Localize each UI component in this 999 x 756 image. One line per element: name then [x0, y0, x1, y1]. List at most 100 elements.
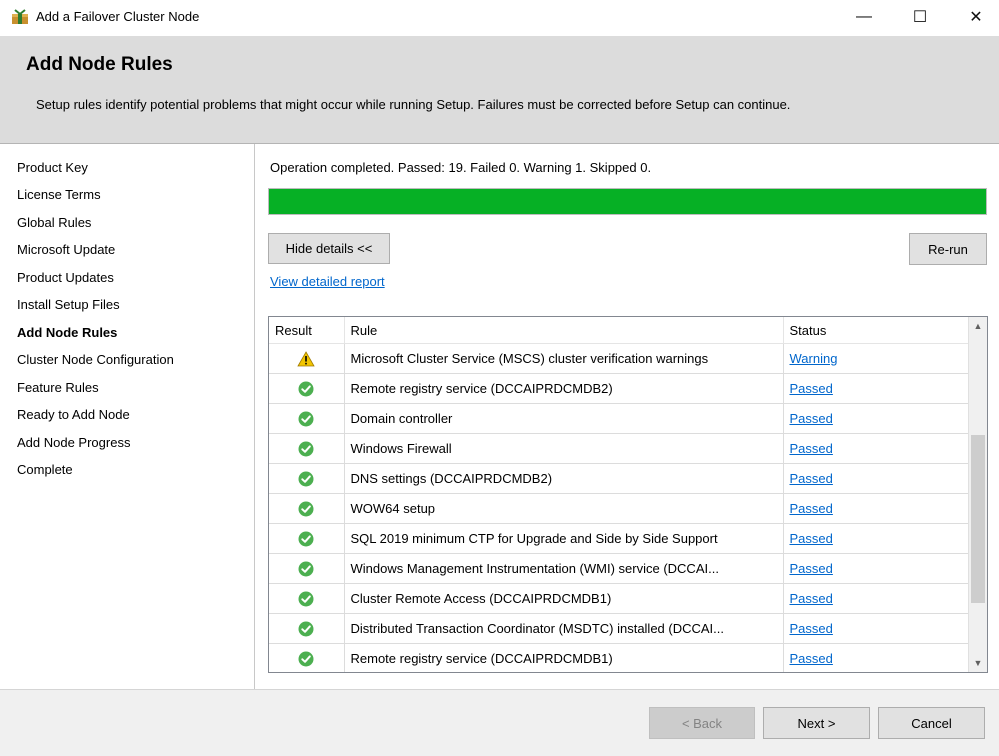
table-row[interactable]: Windows Firewall Passed [269, 433, 970, 464]
sidebar-item-complete[interactable]: Complete [17, 462, 73, 477]
passed-check-icon [298, 590, 314, 607]
page-title: Add Node Rules [26, 54, 173, 75]
sidebar-item-product-key[interactable]: Product Key [17, 160, 88, 175]
rule-cell: Domain controller [344, 403, 784, 434]
result-cell [269, 343, 345, 374]
status-cell: Passed [783, 523, 970, 554]
rule-cell: Remote registry service (DCCAIPRDCMDB1) [344, 643, 784, 672]
main-content: Operation completed. Passed: 19. Failed … [255, 144, 999, 689]
rule-cell: Windows Firewall [344, 433, 784, 464]
table-row[interactable]: Windows Management Instrumentation (WMI)… [269, 553, 970, 584]
rule-cell: Remote registry service (DCCAIPRDCMDB2) [344, 373, 784, 404]
back-button[interactable]: < Back [649, 707, 755, 739]
sidebar-nav: Product Key License Terms Global Rules M… [0, 144, 255, 689]
status-cell: Passed [783, 463, 970, 494]
passed-check-icon [298, 620, 314, 637]
sidebar-item-cluster-node-configuration[interactable]: Cluster Node Configuration [17, 352, 174, 367]
status-link[interactable]: Passed [790, 471, 833, 486]
status-cell: Warning [783, 343, 970, 374]
table-row[interactable]: Cluster Remote Access (DCCAIPRDCMDB1) Pas… [269, 583, 970, 614]
scroll-up-arrow-icon[interactable]: ▲ [969, 317, 987, 335]
setup-box-icon [11, 9, 29, 25]
table-row[interactable]: DNS settings (DCCAIPRDCMDB2) Passed [269, 463, 970, 494]
footer-bar: < Back Next > Cancel [0, 689, 999, 756]
status-cell: Passed [783, 553, 970, 584]
status-cell: Passed [783, 643, 970, 672]
result-cell [269, 433, 345, 464]
table-row[interactable]: Distributed Transaction Coordinator (MSD… [269, 613, 970, 644]
minimize-button[interactable]: — [841, 0, 887, 34]
sidebar-item-add-node-progress[interactable]: Add Node Progress [17, 435, 130, 450]
table-header-row: Result Rule Status [269, 317, 970, 344]
view-detailed-report-link[interactable]: View detailed report [270, 274, 385, 289]
status-link[interactable]: Passed [790, 651, 833, 666]
status-link[interactable]: Passed [790, 531, 833, 546]
title-bar: Add a Failover Cluster Node — ☐ ✕ [0, 0, 999, 36]
progress-bar-fill [269, 189, 986, 214]
column-header-result[interactable]: Result [269, 317, 345, 344]
status-link[interactable]: Passed [790, 621, 833, 636]
table-row[interactable]: Microsoft Cluster Service (MSCS) cluster… [269, 343, 970, 374]
rule-cell: WOW64 setup [344, 493, 784, 524]
table-row[interactable]: Remote registry service (DCCAIPRDCMDB2) P… [269, 373, 970, 404]
status-cell: Passed [783, 373, 970, 404]
rule-cell: Microsoft Cluster Service (MSCS) cluster… [344, 343, 784, 374]
status-cell: Passed [783, 433, 970, 464]
minimize-icon: — [856, 8, 872, 25]
passed-check-icon [298, 380, 314, 397]
status-link[interactable]: Passed [790, 561, 833, 576]
rule-cell: DNS settings (DCCAIPRDCMDB2) [344, 463, 784, 494]
rule-cell: Distributed Transaction Coordinator (MSD… [344, 613, 784, 644]
status-link[interactable]: Passed [790, 411, 833, 426]
status-link[interactable]: Warning [790, 351, 838, 366]
passed-check-icon [298, 470, 314, 487]
result-cell [269, 553, 345, 584]
result-cell [269, 403, 345, 434]
result-cell [269, 463, 345, 494]
maximize-icon: ☐ [912, 9, 928, 26]
sidebar-item-microsoft-update[interactable]: Microsoft Update [17, 242, 115, 257]
passed-check-icon [298, 410, 314, 427]
sidebar-item-global-rules[interactable]: Global Rules [17, 215, 91, 230]
next-button[interactable]: Next > [763, 707, 870, 739]
column-header-rule[interactable]: Rule [344, 317, 784, 344]
maximize-button[interactable]: ☐ [897, 0, 943, 34]
sidebar-item-ready-to-add-node[interactable]: Ready to Add Node [17, 407, 130, 422]
passed-check-icon [298, 560, 314, 577]
status-link[interactable]: Passed [790, 591, 833, 606]
table-row[interactable]: Domain controller Passed [269, 403, 970, 434]
passed-check-icon [298, 440, 314, 457]
status-link[interactable]: Passed [790, 441, 833, 456]
sidebar-item-license-terms[interactable]: License Terms [17, 187, 101, 202]
rerun-button[interactable]: Re-run [909, 233, 987, 265]
status-cell: Passed [783, 493, 970, 524]
sidebar-item-feature-rules[interactable]: Feature Rules [17, 380, 99, 395]
passed-check-icon [298, 500, 314, 517]
scroll-down-arrow-icon[interactable]: ▼ [969, 654, 987, 672]
passed-check-icon [298, 650, 314, 667]
scrollbar-thumb[interactable] [971, 435, 985, 603]
status-link[interactable]: Passed [790, 381, 833, 396]
status-cell: Passed [783, 583, 970, 614]
rules-table: Result Rule Status Microsoft Cluster Ser… [268, 316, 988, 673]
sidebar-item-install-setup-files[interactable]: Install Setup Files [17, 297, 120, 312]
sidebar-item-add-node-rules[interactable]: Add Node Rules [17, 325, 117, 340]
page-header: Add Node Rules Setup rules identify pote… [0, 36, 999, 144]
result-cell [269, 613, 345, 644]
status-cell: Passed [783, 403, 970, 434]
table-scrollbar[interactable]: ▲ ▼ [968, 317, 987, 672]
column-header-status[interactable]: Status [783, 317, 970, 344]
sidebar-item-product-updates[interactable]: Product Updates [17, 270, 114, 285]
table-row[interactable]: SQL 2019 minimum CTP for Upgrade and Sid… [269, 523, 970, 554]
progress-bar [268, 188, 987, 215]
result-cell [269, 643, 345, 672]
status-link[interactable]: Passed [790, 501, 833, 516]
close-icon: ✕ [969, 9, 983, 26]
table-row[interactable]: Remote registry service (DCCAIPRDCMDB1) P… [269, 643, 970, 672]
close-window-button[interactable]: ✕ [953, 0, 999, 34]
cancel-button[interactable]: Cancel [878, 707, 985, 739]
passed-check-icon [298, 530, 314, 547]
table-row[interactable]: WOW64 setup Passed [269, 493, 970, 524]
result-cell [269, 373, 345, 404]
hide-details-button[interactable]: Hide details << [268, 233, 390, 264]
